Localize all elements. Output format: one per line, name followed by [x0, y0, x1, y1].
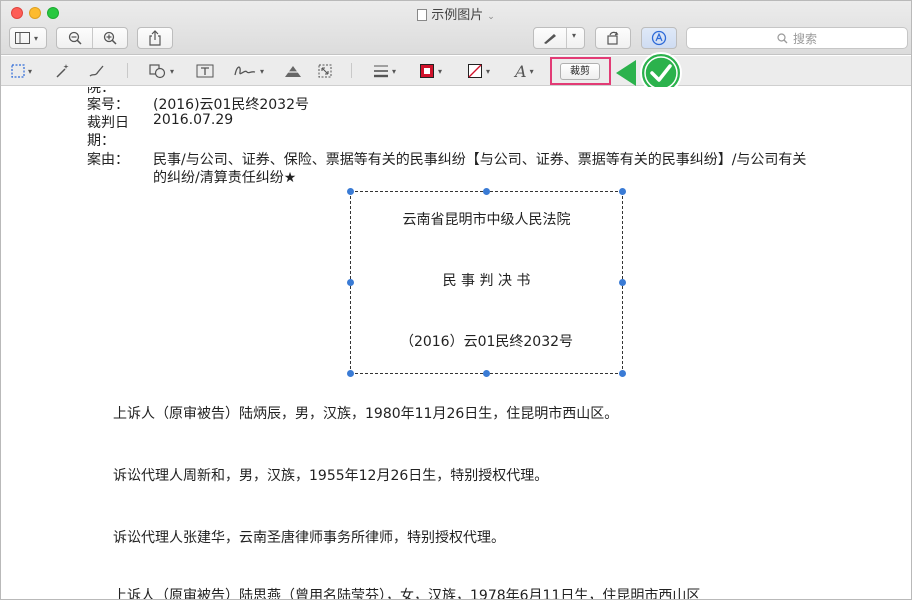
document-icon — [417, 9, 428, 21]
document-view[interactable]: 院： 案号： (2016)云01民终2032号 裁判日 2016.07.29 期… — [1, 87, 911, 600]
case-number-label: 案号： — [87, 97, 129, 113]
text-style-icon: A — [515, 61, 527, 81]
chevron-down-icon: ▾ — [438, 66, 443, 76]
markup-toggle-button[interactable] — [641, 27, 677, 49]
selection-handle-bottom-right[interactable] — [619, 370, 626, 377]
adjust-color-tool[interactable] — [283, 61, 303, 81]
cause-text-line2: 的纠纷/清算责任纠纷★ — [153, 170, 297, 186]
judgment-date-value: 2016.07.29 — [153, 112, 234, 128]
search-placeholder: 搜索 — [792, 31, 817, 46]
document-type-heading: 民 事 判 决 书 — [442, 273, 531, 289]
markup-icon — [651, 30, 667, 46]
chevron-down-icon: ▾ — [572, 31, 577, 40]
selection-handle-top-right[interactable] — [619, 188, 626, 195]
selection-case-number: （2016）云01民终2032号 — [399, 334, 574, 350]
crop-selection[interactable]: 云南省昆明市中级人民法院 民 事 判 决 书 （2016）云01民终2032号 — [350, 191, 623, 374]
shapes-icon — [149, 64, 166, 79]
selection-handle-bottom-left[interactable] — [347, 370, 354, 377]
preview-window: 示例图片 ⌄ ▾ ▾ 搜索 ▾ ▾ ▾ ▾ ▾ ▾ A ▾ 裁剪 院： 案号： … — [0, 0, 912, 600]
sketch-tool[interactable] — [88, 61, 106, 81]
share-button[interactable] — [137, 27, 173, 49]
instant-alpha-tool[interactable] — [54, 61, 70, 81]
fill-color-icon — [468, 64, 482, 78]
magic-wand-icon — [56, 64, 69, 78]
cause-label: 案由： — [87, 152, 129, 168]
titlebar: 示例图片 ⌄ ▾ ▾ 搜索 — [1, 1, 911, 55]
text-style-tool[interactable]: A ▾ — [515, 61, 534, 81]
rotate-button[interactable] — [595, 27, 631, 49]
border-color-tool[interactable]: ▾ — [419, 61, 442, 81]
zoom-group — [56, 27, 128, 49]
crop-button[interactable]: 裁剪 — [560, 63, 600, 80]
text-tool[interactable] — [196, 61, 214, 81]
shapes-tool[interactable]: ▾ — [149, 61, 174, 81]
zoom-out-icon[interactable] — [68, 31, 82, 45]
line-style-tool[interactable]: ▾ — [373, 61, 396, 81]
paragraph-agent-2: 诉讼代理人张建华，云南圣唐律师事务所律师，特别授权代理。 — [113, 530, 505, 546]
pen-icon — [544, 34, 556, 44]
case-number-value: (2016)云01民终2032号 — [153, 97, 309, 113]
chevron-down-icon: ⌄ — [487, 12, 495, 22]
chevron-down-icon: ▾ — [28, 66, 33, 76]
rectangular-selection-icon — [11, 64, 25, 78]
selection-handle-left[interactable] — [347, 279, 354, 286]
rectangular-selection-tool[interactable]: ▾ — [11, 61, 32, 81]
chevron-down-icon: ▾ — [34, 33, 39, 43]
rotate-icon — [607, 31, 619, 45]
court-name: 云南省昆明市中级人民法院 — [402, 212, 571, 228]
judgment-date-label: 裁判日 — [87, 115, 129, 131]
paragraph-appellant-2: 上诉人（原审被告）陆思燕（曾用名陆莹芬），女，汉族，1978年6月11日生，住昆… — [113, 588, 701, 600]
chevron-down-icon: ▾ — [260, 66, 265, 76]
chevron-down-icon: ▾ — [486, 66, 491, 76]
selection-handle-bottom[interactable] — [483, 370, 490, 377]
selection-handle-top-left[interactable] — [347, 188, 354, 195]
adjust-color-icon — [284, 66, 302, 77]
paragraph-appellant-1: 上诉人（原审被告）陆炳辰，男，汉族，1980年11月26日生，住昆明市西山区。 — [113, 406, 619, 422]
judgment-date-label-cont: 期： — [87, 133, 115, 149]
border-color-icon — [420, 64, 434, 78]
window-title[interactable]: 示例图片 ⌄ — [1, 4, 911, 23]
text-box-icon — [196, 64, 214, 78]
sidebar-button[interactable]: ▾ — [9, 27, 47, 49]
zoom-in-icon[interactable] — [103, 31, 117, 45]
resize-icon — [318, 64, 332, 78]
sidebar-icon — [15, 32, 30, 44]
search-field[interactable]: 搜索 — [686, 27, 908, 49]
adjust-size-tool[interactable] — [317, 61, 333, 81]
markup-toolbar: ▾ ▾ ▾ ▾ ▾ ▾ A ▾ — [1, 56, 911, 86]
signature-tool[interactable]: ▾ — [233, 61, 264, 81]
window-title-text: 示例图片 — [431, 8, 484, 23]
sketch-icon — [89, 65, 104, 77]
share-icon — [149, 30, 161, 46]
selection-handle-top[interactable] — [483, 188, 490, 195]
line-style-icon — [374, 65, 388, 78]
chevron-down-icon: ▾ — [392, 66, 397, 76]
paragraph-agent-1: 诉讼代理人周新和，男，汉族，1955年12月26日生，特别授权代理。 — [113, 468, 549, 484]
cause-text-line1: 民事/与公司、证券、保险、票据等有关的民事纠纷【与公司、证券、票据等有关的民事纠… — [153, 152, 807, 168]
selection-handle-right[interactable] — [619, 279, 626, 286]
search-icon — [777, 32, 788, 43]
fill-color-tool[interactable]: ▾ — [467, 61, 490, 81]
chevron-down-icon: ▾ — [529, 66, 534, 76]
chevron-down-icon: ▾ — [170, 66, 175, 76]
pen-button[interactable]: ▾ — [533, 27, 585, 49]
signature-icon — [234, 66, 256, 76]
